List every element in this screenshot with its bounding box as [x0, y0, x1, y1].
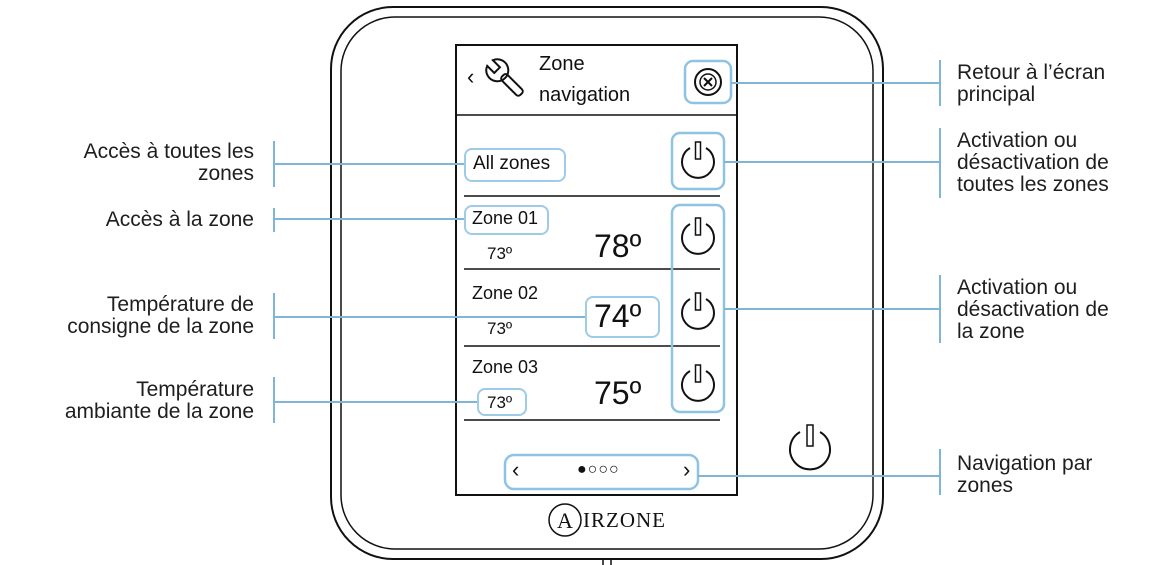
zone-ambient-temp: 73º: [487, 393, 513, 412]
annotation-leader: [731, 82, 939, 84]
annotation-leader: [275, 163, 464, 165]
screen-title-line1: Zone: [539, 53, 585, 75]
zone-setpoint-temp[interactable]: 74º: [594, 298, 641, 335]
annotation-all-zones: Accès à toutes les zones: [83, 140, 254, 185]
annotation-return-home: Retour à l’écran principal: [957, 61, 1106, 106]
annotation-bracket: [939, 449, 941, 495]
zone-ambient-temp: 73º: [487, 319, 513, 338]
annotation-zone-power: Activation ou désactivation de la zone: [957, 276, 1109, 343]
annotation-leader: [275, 316, 585, 318]
annotation-zone-navigation: Navigation par zones: [957, 452, 1093, 497]
annotation-bracket: [939, 128, 941, 198]
annotation-leader: [698, 475, 939, 477]
screen-frame: [455, 44, 738, 496]
pager-dots: ●○○○: [577, 461, 620, 478]
zone-name[interactable]: Zone 03: [472, 357, 538, 378]
pager-next[interactable]: ›: [683, 457, 690, 483]
brand-initial: A: [557, 508, 573, 533]
annotation-bracket: [939, 60, 941, 106]
annotation-leader: [275, 218, 464, 220]
brand-logo: IRZONE: [583, 508, 666, 532]
annotation-leader: [275, 401, 477, 403]
annotation-all-zones-power: Activation ou désactivation de toutes le…: [957, 129, 1109, 196]
pager-prev[interactable]: ‹: [512, 457, 519, 483]
zone-ambient-temp: 73º: [487, 244, 513, 263]
annotation-ambient: Température ambiante de la zone: [64, 378, 254, 423]
screen-title-line2: navigation: [539, 84, 631, 106]
all-zones-button[interactable]: All zones: [473, 153, 550, 175]
zone-name[interactable]: Zone 01: [472, 208, 538, 229]
annotation-leader: [724, 308, 939, 310]
annotation-zone-access: Accès à la zone: [105, 208, 254, 231]
diagram: ‹ Zone navigation All zones Zone 01 73º …: [0, 0, 1159, 565]
annotation-bracket: [273, 377, 275, 423]
annotation-bracket: [939, 275, 941, 343]
annotation-leader: [724, 161, 939, 163]
back-arrow[interactable]: ‹: [467, 64, 474, 90]
zone-name[interactable]: Zone 02: [472, 283, 538, 304]
annotation-setpoint: Température de consigne de la zone: [67, 293, 254, 338]
zone-setpoint-temp[interactable]: 78º: [594, 228, 641, 265]
annotation-bracket: [273, 208, 275, 232]
zone-setpoint-temp[interactable]: 75º: [594, 375, 641, 412]
